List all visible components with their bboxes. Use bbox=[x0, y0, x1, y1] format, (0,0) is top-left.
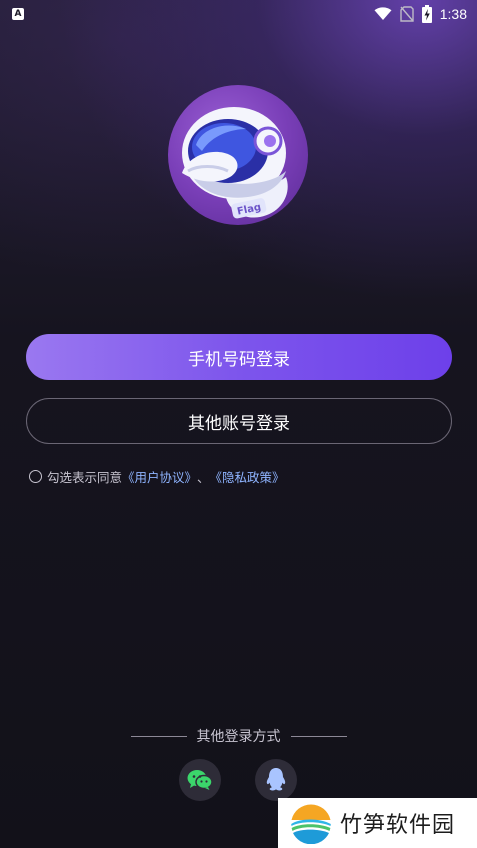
bamboo-logo-icon bbox=[291, 803, 331, 844]
watermark: 竹笋软件园 bbox=[278, 798, 477, 848]
notification-glyph: A bbox=[14, 8, 22, 19]
divider-right bbox=[290, 735, 347, 737]
user-agreement-link[interactable]: 《用户协议》 bbox=[122, 467, 197, 486]
agreement-checkbox[interactable] bbox=[29, 469, 42, 483]
accessibility-notification-icon: A bbox=[12, 8, 24, 20]
divider-left bbox=[130, 735, 187, 737]
phone-login-label: 手机号码登录 bbox=[188, 349, 290, 370]
wifi-icon bbox=[374, 7, 392, 20]
qq-login-button[interactable] bbox=[255, 759, 297, 801]
app-logo: Flag bbox=[168, 85, 308, 225]
watermark-text: 竹笋软件园 bbox=[340, 813, 456, 838]
phone-login-button[interactable]: 手机号码登录 bbox=[26, 334, 452, 380]
other-login-label: 其他登录方式 bbox=[196, 729, 281, 745]
wechat-icon bbox=[187, 770, 213, 790]
wechat-login-button[interactable] bbox=[179, 759, 221, 801]
other-login-header: 其他登录方式 bbox=[0, 726, 477, 746]
agreement-row: 勾选表示同意 《用户协议》 、 《隐私政策》 bbox=[29, 466, 285, 486]
no-sim-icon bbox=[400, 6, 414, 22]
agreement-separator: 、 bbox=[197, 469, 210, 485]
agreement-prefix: 勾选表示同意 bbox=[47, 469, 123, 485]
status-time: 1:38 bbox=[439, 6, 467, 22]
status-right: 1:38 bbox=[374, 5, 467, 23]
other-account-login-label: 其他账号登录 bbox=[188, 413, 290, 434]
battery-charging-icon bbox=[421, 5, 432, 23]
astronaut-logo-icon: Flag bbox=[182, 107, 288, 219]
status-bar: A 1:38 bbox=[0, 0, 477, 28]
status-left: A bbox=[12, 8, 24, 20]
privacy-policy-link[interactable]: 《隐私政策》 bbox=[210, 467, 285, 486]
other-account-login-button[interactable]: 其他账号登录 bbox=[26, 398, 452, 444]
qq-icon bbox=[266, 768, 286, 791]
